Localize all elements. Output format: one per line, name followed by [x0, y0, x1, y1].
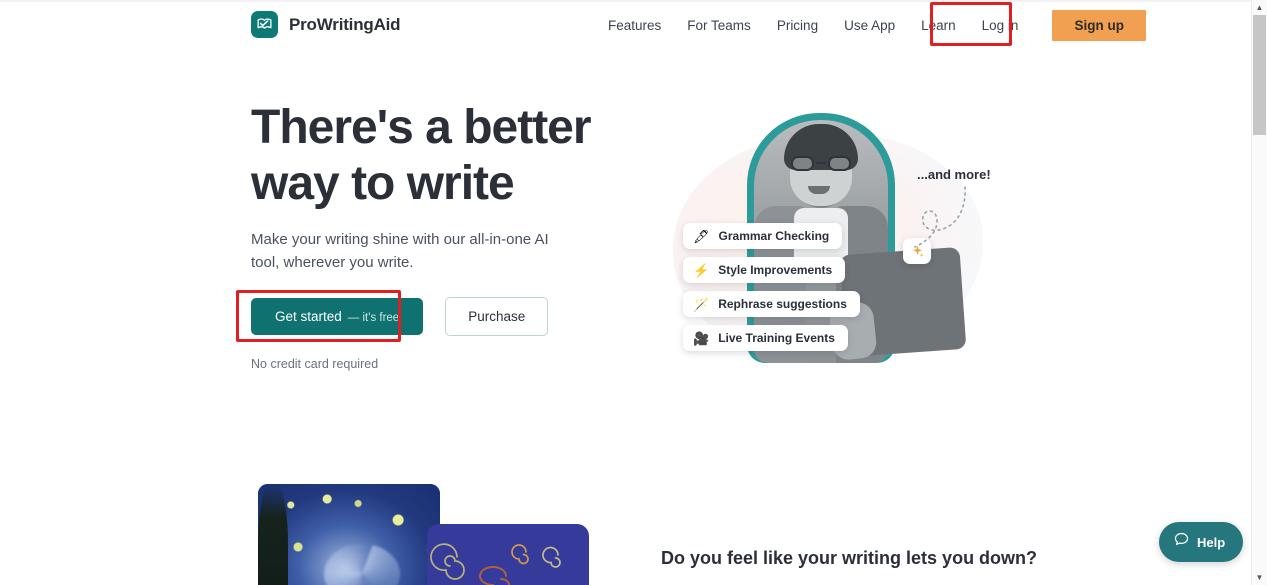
magic-wand-icon: 🪄	[693, 296, 710, 312]
page-title: There's a better way to write	[251, 101, 592, 210]
feature-chip-label: Live Training Events	[718, 331, 835, 345]
nav-item-for-teams[interactable]: For Teams	[674, 12, 764, 39]
page-scrollbar[interactable]: ▲ ▼	[1251, 0, 1267, 585]
site-header: ProWritingAid Features For Teams Pricing…	[0, 0, 1251, 50]
doodle-spirals	[430, 543, 561, 585]
feature-chip-label: Style Improvements	[718, 263, 833, 277]
signup-button[interactable]: Sign up	[1049, 6, 1149, 44]
help-label: Help	[1197, 534, 1226, 550]
feature-chip-label: Rephrase suggestions	[718, 297, 847, 311]
main-navigation: Features For Teams Pricing Use App Learn…	[595, 0, 1149, 50]
and-more-annotation: ...and more!	[917, 167, 991, 182]
video-camera-icon: 🎥	[693, 330, 710, 346]
glasses-icon	[790, 156, 852, 171]
hero-cta-row: Get started — it's free Purchase	[251, 297, 549, 336]
feature-chip-rephrase-suggestions: 🪄 Rephrase suggestions	[683, 291, 860, 317]
purchase-button[interactable]: Purchase	[445, 297, 549, 336]
feature-chip-label: Grammar Checking	[718, 229, 830, 243]
cypress-tree	[258, 484, 288, 585]
page-root: ProWritingAid Features For Teams Pricing…	[0, 0, 1267, 585]
quill-pen-icon: 🖋	[693, 228, 710, 244]
nav-item-learn[interactable]: Learn	[908, 12, 969, 39]
starry-night-painting	[258, 484, 440, 585]
scrollbar-thumb[interactable]	[1253, 15, 1266, 135]
blue-doodle-card	[427, 524, 589, 585]
nav-item-pricing[interactable]: Pricing	[764, 12, 831, 39]
help-widget-button[interactable]: Help	[1159, 522, 1244, 562]
browser-viewport: ProWritingAid Features For Teams Pricing…	[0, 0, 1251, 585]
scroll-up-arrow-icon[interactable]: ▲	[1252, 0, 1267, 15]
get-started-button[interactable]: Get started — it's free	[251, 298, 424, 335]
nav-item-use-app[interactable]: Use App	[831, 12, 908, 39]
scroll-down-arrow-icon[interactable]: ▼	[1252, 570, 1267, 585]
feature-chip-live-training-events: 🎥 Live Training Events	[683, 325, 848, 351]
feature-chip-grammar-checking: 🖋 Grammar Checking	[683, 223, 843, 249]
lower-section-heading: Do you feel like your writing lets you d…	[661, 548, 1038, 568]
feature-chip-list: 🖋 Grammar Checking ⚡ Style Improvements …	[683, 223, 860, 351]
book-check-logo-icon	[251, 11, 278, 38]
chat-bubble-icon	[1173, 531, 1190, 553]
no-credit-card-note: No credit card required	[251, 357, 379, 371]
brand-name: ProWritingAid	[289, 14, 401, 34]
feature-chip-style-improvements: ⚡ Style Improvements	[683, 257, 846, 283]
brand-logo-link[interactable]: ProWritingAid	[251, 11, 401, 38]
hero-subtitle: Make your writing shine with our all-in-…	[251, 231, 549, 271]
nav-item-log-in[interactable]: Log in	[969, 12, 1032, 39]
get-started-free-note: — it's free	[347, 312, 400, 324]
dotted-curved-arrow-icon	[914, 186, 966, 248]
nav-item-features[interactable]: Features	[595, 12, 674, 39]
hero-illustration: 🖋 Grammar Checking ⚡ Style Improvements …	[655, 105, 1005, 375]
get-started-label: Get started	[275, 309, 342, 324]
lightning-bolt-icon: ⚡	[693, 262, 710, 278]
signup-button-wrapper: Sign up	[1049, 6, 1149, 44]
